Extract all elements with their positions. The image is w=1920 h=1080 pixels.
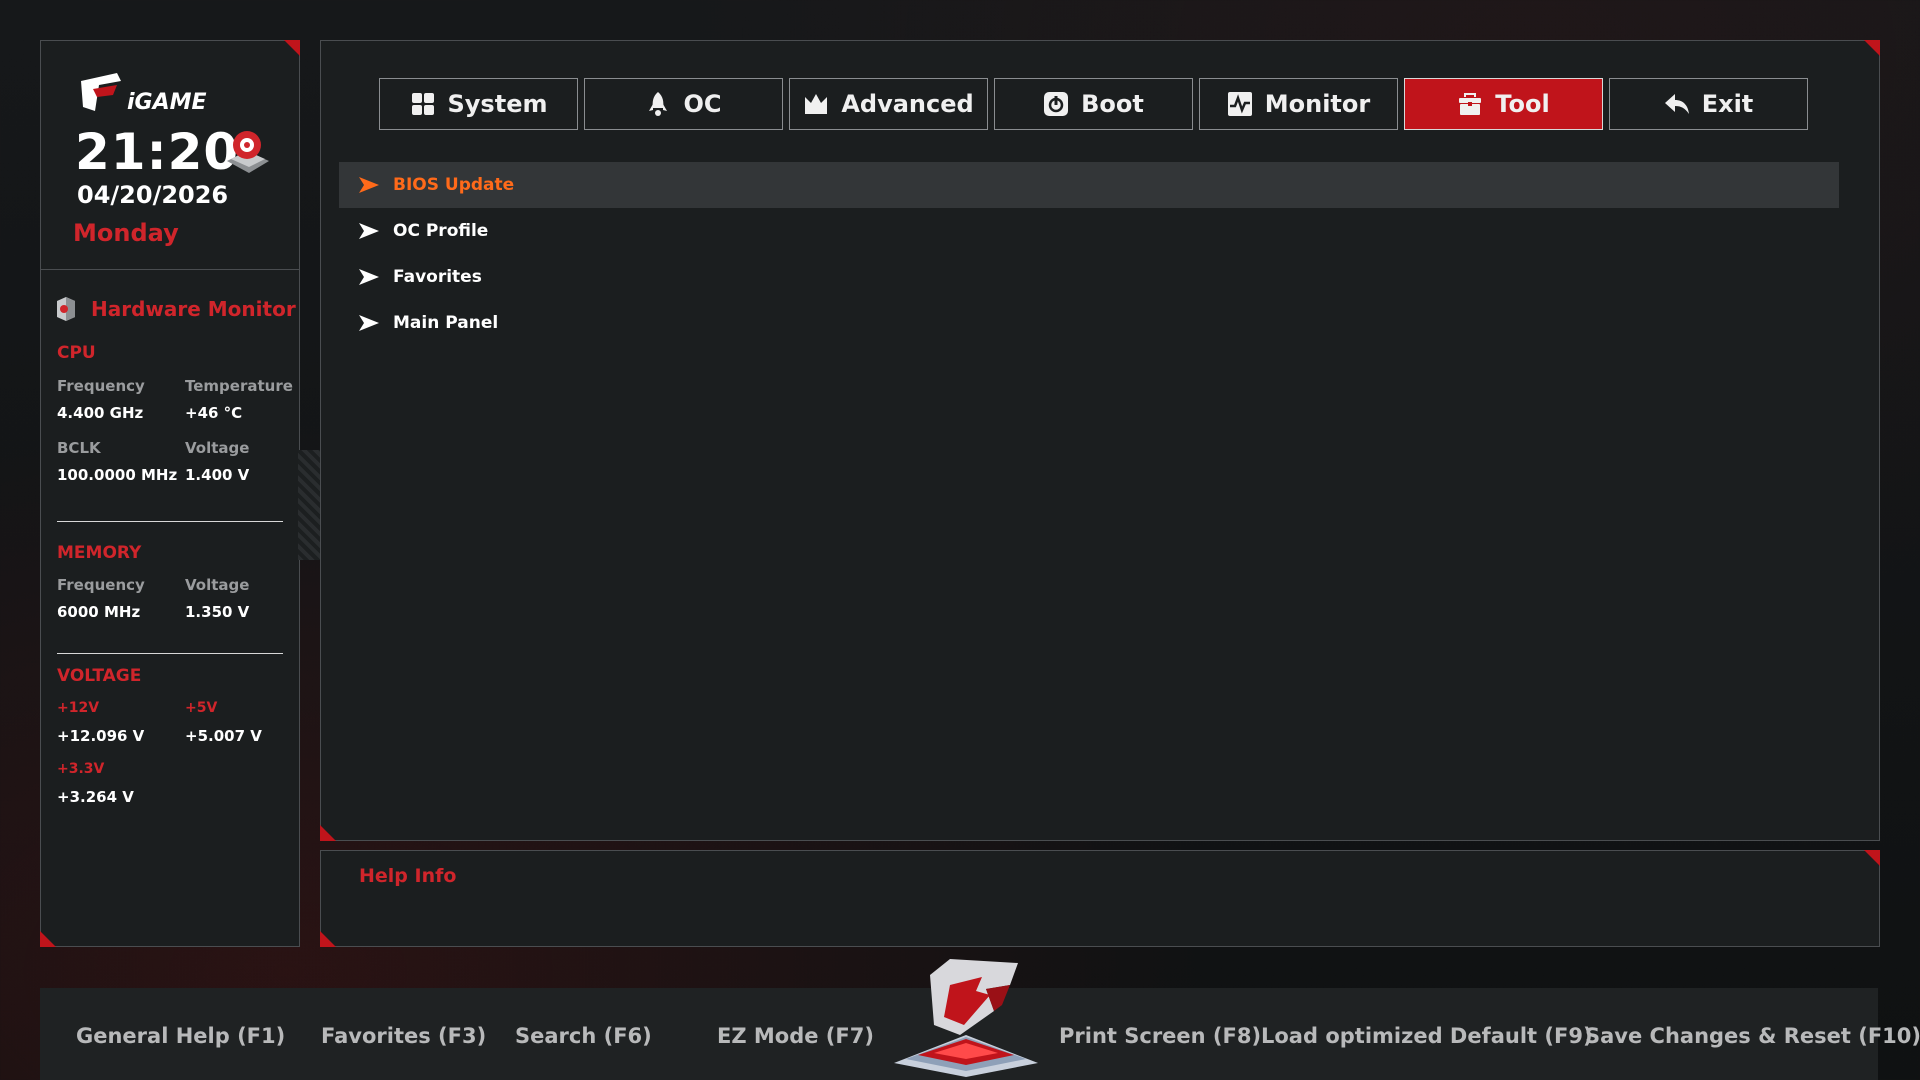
menu-item-label: OC Profile	[393, 221, 489, 241]
memory-voltage-value: 1.350 V	[185, 603, 250, 621]
sidebar-collapse-handle[interactable]	[298, 450, 320, 560]
tab-label: Exit	[1701, 90, 1754, 118]
igame-emblem-icon	[894, 959, 1038, 1077]
tab-label: OC	[683, 90, 722, 118]
cpu-bclk-label: BCLK	[57, 439, 101, 457]
voltage-33v-value: +3.264 V	[57, 788, 134, 806]
search-button[interactable]: Search (F6)	[515, 1024, 652, 1048]
voltage-5v-value: +5.007 V	[185, 727, 262, 745]
arrow-right-icon	[359, 315, 379, 331]
voltage-33v-label: +3.3V	[57, 761, 105, 777]
memory-frequency-label: Frequency	[57, 576, 145, 594]
load-default-button[interactable]: Load optimized Default (F9)	[1261, 1024, 1593, 1048]
favorites-button[interactable]: Favorites (F3)	[321, 1024, 486, 1048]
cpu-chip-icon	[227, 131, 269, 173]
tab-oc[interactable]: OC	[584, 78, 783, 130]
cpu-bclk-value: 100.0000 MHz	[57, 466, 178, 484]
general-help-button[interactable]: General Help (F1)	[76, 1024, 285, 1048]
rocket-icon	[649, 92, 668, 116]
memory-section-title: MEMORY	[57, 543, 142, 563]
print-screen-button[interactable]: Print Screen (F8)	[1059, 1024, 1261, 1048]
cpu-frequency-label: Frequency	[57, 377, 145, 395]
cpu-voltage-label: Voltage	[185, 439, 250, 457]
voltage-12v-value: +12.096 V	[57, 727, 145, 745]
arrow-right-icon	[359, 223, 379, 239]
menu-item-bios-update[interactable]: BIOS Update	[339, 162, 1839, 208]
menu-item-favorites[interactable]: Favorites	[339, 254, 1839, 300]
menu-item-oc-profile[interactable]: OC Profile	[339, 208, 1839, 254]
main-panel: System OC Advanced Boot Monitor Tool Exi…	[320, 40, 1880, 841]
hardware-monitor-title: Hardware Monitor	[91, 297, 296, 321]
arrow-right-icon	[359, 177, 379, 193]
tab-monitor[interactable]: Monitor	[1199, 78, 1398, 130]
hardware-sidebar: iGAME 21:20 04/20/2026 Monday Hardware M…	[40, 40, 300, 947]
tool-menu: BIOS Update OC Profile Favorites Main Pa…	[339, 162, 1839, 346]
voltage-5v-label: +5V	[185, 700, 218, 716]
tab-system[interactable]: System	[379, 78, 578, 130]
power-icon	[1044, 92, 1069, 116]
menu-item-main-panel[interactable]: Main Panel	[339, 300, 1839, 346]
help-info-title: Help Info	[359, 865, 457, 887]
tab-label: Monitor	[1264, 90, 1371, 118]
help-panel: Help Info	[320, 850, 1880, 947]
tab-label: System	[447, 90, 548, 118]
date-display: 04/20/2026	[77, 181, 229, 209]
pulse-icon	[1227, 92, 1252, 116]
tab-tool[interactable]: Tool	[1404, 78, 1603, 130]
tab-label: Advanced	[841, 90, 974, 118]
memory-frequency-value: 6000 MHz	[57, 603, 141, 621]
voltage-12v-label: +12V	[57, 700, 100, 716]
cpu-voltage-value: 1.400 V	[185, 466, 250, 484]
tab-label: Tool	[1495, 90, 1550, 118]
reply-icon	[1664, 94, 1689, 114]
tab-boot[interactable]: Boot	[994, 78, 1193, 130]
divider	[57, 521, 283, 522]
tab-advanced[interactable]: Advanced	[789, 78, 988, 130]
memory-voltage-label: Voltage	[185, 576, 250, 594]
hardware-monitor-icon	[57, 297, 75, 321]
grid-icon	[411, 93, 434, 115]
divider	[57, 653, 283, 654]
clock-time: 21:20	[75, 123, 240, 181]
toolbox-icon	[1459, 93, 1482, 115]
cpu-section-title: CPU	[57, 343, 96, 363]
tab-bar: System OC Advanced Boot Monitor Tool Exi…	[379, 78, 1808, 130]
cpu-temperature-label: Temperature	[185, 377, 293, 395]
save-reset-button[interactable]: Save Changes & Reset (F10)	[1585, 1024, 1920, 1048]
divider	[41, 269, 299, 270]
menu-item-label: BIOS Update	[393, 175, 515, 195]
menu-item-label: Main Panel	[393, 313, 499, 333]
igame-logo: iGAME	[81, 73, 207, 115]
cpu-frequency-value: 4.400 GHz	[57, 404, 144, 422]
brand-text: iGAME	[127, 90, 207, 115]
tab-label: Boot	[1081, 90, 1144, 118]
crown-icon	[805, 94, 828, 114]
voltage-section-title: VOLTAGE	[57, 666, 142, 686]
tab-exit[interactable]: Exit	[1609, 78, 1808, 130]
cpu-temperature-value: +46 °C	[185, 404, 243, 422]
ez-mode-button[interactable]: EZ Mode (F7)	[717, 1024, 874, 1048]
arrow-right-icon	[359, 269, 379, 285]
menu-item-label: Favorites	[393, 267, 482, 287]
weekday-display: Monday	[73, 219, 179, 247]
